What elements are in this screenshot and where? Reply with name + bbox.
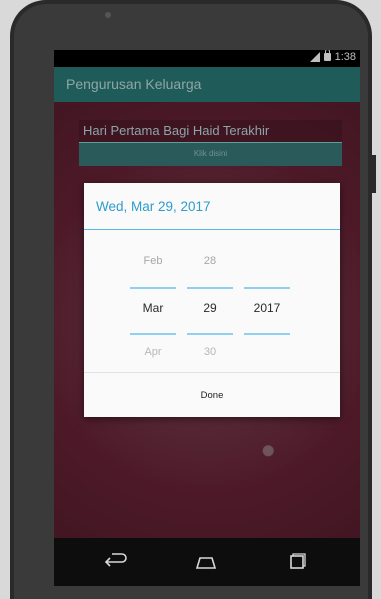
day-divider-top	[187, 287, 233, 289]
signal-icon	[309, 52, 320, 62]
action-bar: Pengurusan Keluarga	[54, 67, 360, 102]
day-picker[interactable]: 28 29 30	[187, 243, 233, 363]
lock-icon	[323, 50, 331, 61]
selected-date-header: Wed, Mar 29, 2017	[84, 183, 340, 230]
side-button	[372, 155, 376, 193]
date-field-label: Hari Pertama Bagi Haid Terakhir	[79, 120, 342, 143]
status-time: 1:38	[334, 51, 356, 63]
year-divider-top	[244, 287, 290, 289]
status-bar: 1:38	[54, 50, 360, 67]
recent-apps-icon[interactable]	[282, 552, 312, 572]
month-divider-bottom	[130, 333, 176, 335]
open-date-button[interactable]: Klik disini	[79, 143, 342, 166]
year-picker[interactable]: 2017	[244, 243, 290, 363]
year-current[interactable]: 2017	[244, 301, 290, 315]
month-next[interactable]: Apr	[130, 346, 176, 358]
month-prev[interactable]: Feb	[130, 255, 176, 267]
phone-frame: 1:38 Pengurusan Keluarga Hari Pertama Ba…	[10, 0, 376, 599]
day-next[interactable]: 30	[187, 346, 233, 358]
device-screen: 1:38 Pengurusan Keluarga Hari Pertama Ba…	[54, 50, 360, 586]
day-divider-bottom	[187, 333, 233, 335]
year-divider-bottom	[244, 333, 290, 335]
month-picker[interactable]: Feb Mar Apr	[130, 243, 176, 363]
date-picker-dialog: Wed, Mar 29, 2017 Feb Mar Apr 28 29 30 2…	[84, 183, 340, 417]
date-field-label-text: Hari Pertama Bagi Haid Terakhir	[83, 123, 270, 138]
day-prev[interactable]: 28	[187, 255, 233, 267]
status-indicators: 1:38	[309, 50, 356, 63]
open-date-button-label: Klik disini	[193, 149, 228, 158]
month-divider-top	[130, 287, 176, 289]
day-current[interactable]: 29	[187, 301, 233, 315]
camera-dot	[105, 12, 111, 18]
month-current[interactable]: Mar	[130, 301, 176, 315]
back-icon[interactable]	[102, 552, 132, 572]
app-title: Pengurusan Keluarga	[66, 76, 202, 92]
done-button[interactable]: Done	[84, 373, 340, 417]
home-icon[interactable]	[191, 552, 221, 572]
navigation-bar	[54, 538, 360, 586]
selected-date-text: Wed, Mar 29, 2017	[96, 199, 211, 214]
